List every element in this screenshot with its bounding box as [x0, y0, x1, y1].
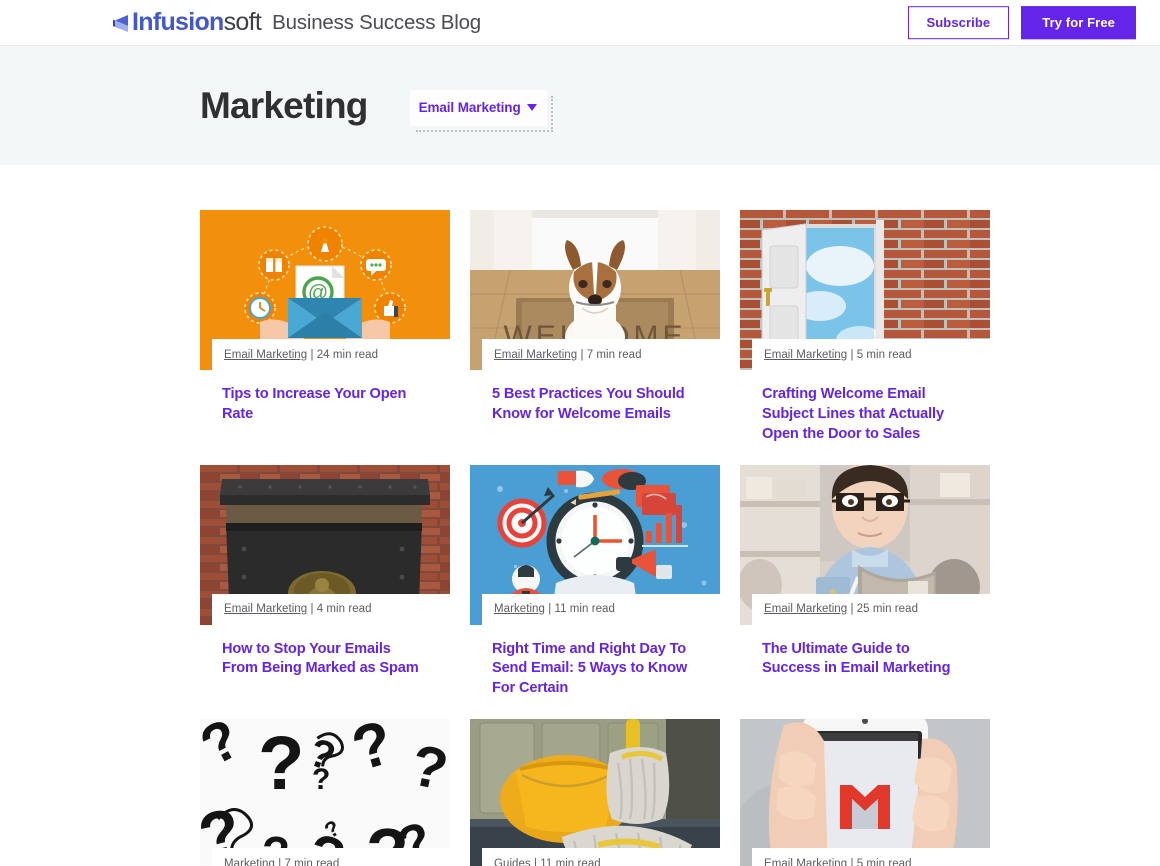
card-title-link[interactable]: 5 Best Practices You Should Know for Wel…	[470, 385, 720, 425]
card-category-link[interactable]: Email Marketing	[224, 603, 307, 615]
card-read-time: 11 min read	[554, 603, 615, 616]
card-read-time: 5 min read	[856, 348, 912, 361]
card-title-link[interactable]: The Ultimate Guide to Success in Email M…	[740, 640, 990, 680]
card-category-link[interactable]: Guides	[494, 858, 531, 866]
card-read-time: 7 min read	[586, 348, 642, 361]
card-meta-plate: Marketing | 7 min read	[212, 848, 450, 866]
svg-text:?: ?	[312, 763, 330, 796]
card-meta: Email Marketing | 25 min read	[764, 603, 918, 615]
brand-logo[interactable]: Infusionsoft	[112, 8, 262, 36]
infusionsoft-logo-icon	[112, 14, 129, 33]
card-thumbnail[interactable]: Guides | 11 min read	[470, 719, 720, 866]
category-filter: Email Marketing	[409, 89, 553, 132]
card-category-link[interactable]: Email Marketing	[764, 349, 847, 361]
chevron-down-icon	[526, 104, 537, 111]
hero-band: Marketing Email Marketing	[0, 46, 1160, 165]
article-card[interactable]: ????????????Marketing | 7 min readHow Fr…	[200, 719, 450, 866]
card-meta-separator: |	[577, 348, 587, 361]
card-category-link[interactable]: Email Marketing	[764, 858, 847, 866]
card-meta: Email Marketing | 7 min read	[494, 349, 642, 361]
card-read-time: 24 min read	[316, 348, 379, 361]
card-meta-plate: Email Marketing | 7 min read	[482, 339, 720, 370]
card-thumbnail[interactable]: Email Marketing | 4 min read	[200, 464, 450, 625]
card-meta: Marketing | 7 min read	[224, 858, 339, 866]
card-meta: Email Marketing | 5 min read	[764, 349, 912, 361]
card-meta-plate: Email Marketing | 24 min read	[212, 339, 450, 370]
article-card[interactable]: Email Marketing | 25 min read The Ultimat…	[740, 464, 990, 700]
card-thumbnail[interactable]: Email Marketing | 5 min read	[740, 719, 990, 866]
card-meta-plate: Email Marketing | 4 min read	[212, 593, 450, 625]
card-title-link[interactable]: How to Stop Your Emails From Being Marke…	[200, 640, 450, 680]
card-meta-separator: |	[847, 857, 857, 866]
category-dropdown[interactable]: Email Marketing	[409, 89, 547, 126]
card-meta-plate: Guides | 11 min read	[482, 848, 720, 866]
card-thumbnail[interactable]: WELCOMEEmail Marketing | 7 min read	[470, 210, 720, 370]
card-category-link[interactable]: Email Marketing	[494, 349, 577, 361]
logo-word-light: soft	[223, 8, 262, 36]
article-card-grid: $@Email Marketing | 24 min read Tips to I…	[200, 165, 990, 866]
card-meta: Guides | 11 min read	[494, 858, 601, 866]
article-card[interactable]: Guides | 11 min readThe Complete Guide o…	[470, 719, 720, 866]
card-meta-plate: Email Marketing | 5 min read	[752, 848, 990, 866]
card-read-time: 7 min read	[284, 857, 340, 866]
card-read-time: 5 min read	[856, 857, 912, 866]
card-read-time: 25 min read	[856, 603, 919, 616]
logo-wordmark: Infusionsoft	[132, 8, 262, 36]
logo-word-bold: Infusion	[132, 8, 224, 36]
card-read-time: 4 min read	[316, 603, 372, 616]
card-meta: Marketing | 11 min read	[494, 603, 615, 615]
card-thumbnail[interactable]: ???????????? Marketing | 7 min read	[200, 719, 450, 866]
card-title-link[interactable]: Right Time and Right Day To Send Email: …	[470, 640, 720, 700]
card-meta-separator: |	[307, 603, 317, 616]
card-title-link[interactable]: Tips to Increase Your Open Rate	[200, 385, 450, 425]
card-category-link[interactable]: Email Marketing	[224, 349, 307, 361]
card-meta: Email Marketing | 5 min read	[764, 858, 912, 866]
card-meta-separator: |	[307, 348, 317, 361]
card-meta-plate: Email Marketing | 5 min read	[752, 339, 990, 370]
card-meta: Email Marketing | 24 min read	[224, 349, 378, 361]
article-card[interactable]: Email Marketing | 5 min read Crafting Wel…	[740, 210, 990, 445]
card-meta-separator: |	[847, 603, 857, 616]
article-card[interactable]: Marketing | 11 min read Right Time and Ri…	[470, 464, 720, 700]
subscribe-button[interactable]: Subscribe	[907, 5, 1010, 40]
card-thumbnail[interactable]: Email Marketing | 25 min read	[740, 464, 990, 625]
card-meta-plate: Marketing | 11 min read	[482, 593, 720, 625]
page-title: Marketing	[200, 85, 368, 126]
article-card[interactable]: $@Email Marketing | 24 min read Tips to I…	[200, 210, 450, 445]
card-thumbnail[interactable]: Email Marketing | 5 min read	[740, 210, 990, 370]
header-actions: Subscribe Try for Free	[907, 5, 1136, 40]
top-navigation-bar: Infusionsoft Business Success Blog Subsc…	[0, 0, 1160, 46]
category-dropdown-value: Email Marketing	[418, 100, 521, 115]
article-card[interactable]: WELCOMEEmail Marketing | 7 min read 5 Bes…	[470, 210, 720, 445]
card-category-link[interactable]: Email Marketing	[764, 603, 847, 615]
card-thumbnail[interactable]: Marketing | 11 min read	[470, 464, 720, 625]
content-area: $@Email Marketing | 24 min read Tips to I…	[0, 165, 1160, 866]
card-meta-separator: |	[530, 857, 541, 866]
svg-text:?: ?	[258, 721, 304, 806]
blog-title: Business Success Blog	[272, 10, 481, 34]
article-card[interactable]: Email Marketing | 5 min readHow to Keep …	[740, 719, 990, 866]
card-category-link[interactable]: Marketing	[494, 603, 545, 615]
card-meta: Email Marketing | 4 min read	[224, 603, 372, 615]
card-read-time: 11 min read	[540, 857, 601, 866]
card-thumbnail[interactable]: $@Email Marketing | 24 min read	[200, 210, 450, 370]
card-title-link[interactable]: Crafting Welcome Email Subject Lines tha…	[740, 385, 990, 445]
card-meta-separator: |	[847, 348, 857, 361]
card-category-link[interactable]: Marketing	[224, 858, 275, 866]
article-card[interactable]: Email Marketing | 4 min read How to Stop …	[200, 464, 450, 700]
try-for-free-button[interactable]: Try for Free	[1021, 5, 1136, 40]
card-meta-plate: Email Marketing | 25 min read	[752, 593, 990, 625]
hero-inner: Marketing Email Marketing	[200, 85, 553, 132]
